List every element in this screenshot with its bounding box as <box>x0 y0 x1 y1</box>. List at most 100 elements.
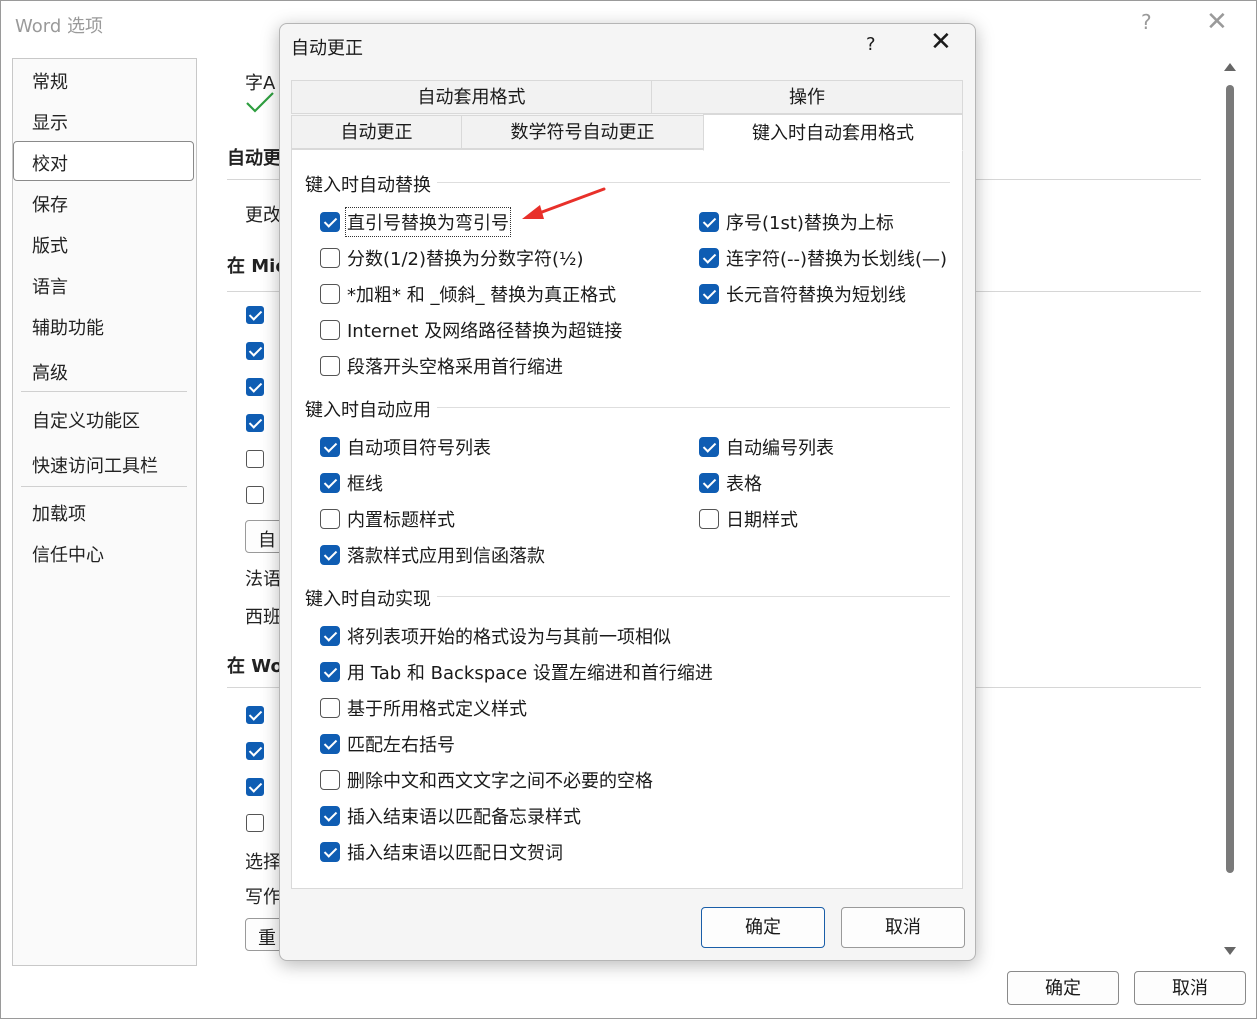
scroll-down-icon[interactable] <box>1224 947 1236 955</box>
sidebar-item-trust-center[interactable]: 信任中心 <box>32 541 104 567</box>
options-ok-button[interactable]: 确定 <box>1007 971 1119 1005</box>
checkbox-label: 框线 <box>347 474 383 495</box>
checkbox-fractions[interactable]: 分数(1/2)替换为分数字符(½) <box>320 245 584 271</box>
checkbox-bulleted-lists[interactable]: 自动项目符号列表 <box>320 434 491 460</box>
checkbox-tables[interactable]: 表格 <box>699 470 762 496</box>
checkbox-numbered-lists[interactable]: 自动编号列表 <box>699 434 834 460</box>
bg-checkbox[interactable] <box>246 486 264 504</box>
checkbox-box[interactable] <box>320 356 340 376</box>
recheck-label: 重 <box>258 928 276 949</box>
checkbox-japanese-greeting[interactable]: 插入结束语以匹配日文贺词 <box>320 839 563 865</box>
bg-checkbox[interactable] <box>246 414 264 432</box>
sidebar-divider <box>21 391 187 392</box>
checkbox-box[interactable] <box>320 509 340 529</box>
checkbox-define-styles[interactable]: 基于所用格式定义样式 <box>320 695 527 721</box>
sidebar-item-proofing[interactable]: 校对 <box>32 150 68 176</box>
checkbox-label: 表格 <box>726 474 762 495</box>
help-icon[interactable]: ? <box>866 34 876 55</box>
checkbox-box[interactable] <box>320 698 340 718</box>
checkbox-bold-italic[interactable]: *加粗* 和 _倾斜_ 替换为真正格式 <box>320 281 616 307</box>
close-icon[interactable]: ✕ <box>1206 7 1228 37</box>
checkbox-memo-closing[interactable]: 插入结束语以匹配备忘录样式 <box>320 803 581 829</box>
annotation-arrow-icon <box>522 187 606 219</box>
checkbox-box[interactable] <box>699 212 719 232</box>
checkbox-box[interactable] <box>320 284 340 304</box>
checkbox-box[interactable] <box>699 509 719 529</box>
checkbox-box[interactable] <box>320 437 340 457</box>
checkbox-box[interactable] <box>320 842 340 862</box>
sidebar-item-accessibility[interactable]: 辅助功能 <box>32 314 104 340</box>
checkbox-box[interactable] <box>320 545 340 565</box>
checkbox-match-parentheses[interactable]: 匹配左右括号 <box>320 731 455 757</box>
checkbox-label: 自动编号列表 <box>726 438 834 459</box>
autocorrect-section-heading: 自动更 <box>227 148 281 169</box>
bg-checkbox[interactable] <box>246 778 264 796</box>
sidebar-item-advanced[interactable]: 高级 <box>32 359 68 385</box>
bg-checkbox[interactable] <box>246 378 264 396</box>
sidebar-item-general[interactable]: 常规 <box>32 68 68 94</box>
bg-checkbox[interactable] <box>246 306 264 324</box>
tab-autocorrect[interactable]: 自动更正 <box>291 115 462 149</box>
checkbox-date-style[interactable]: 日期样式 <box>699 506 798 532</box>
options-cancel-button[interactable]: 取消 <box>1134 971 1246 1005</box>
microsoft-section-heading: 在 Mic <box>227 256 287 277</box>
bg-checkbox[interactable] <box>246 742 264 760</box>
sidebar-item-display[interactable]: 显示 <box>32 109 68 135</box>
checkbox-hyperlinks[interactable]: Internet 及网络路径替换为超链接 <box>320 317 622 343</box>
checkbox-box[interactable] <box>320 320 340 340</box>
sidebar-item-layout[interactable]: 版式 <box>32 232 68 258</box>
scroll-up-icon[interactable] <box>1224 63 1236 71</box>
checkbox-label: 插入结束语以匹配日文贺词 <box>347 843 563 864</box>
bg-checkbox[interactable] <box>246 706 264 724</box>
checkbox-box[interactable] <box>320 248 340 268</box>
sidebar-item-language[interactable]: 语言 <box>32 273 68 299</box>
checkbox-remove-spaces[interactable]: 删除中文和西文文字之间不必要的空格 <box>320 767 653 793</box>
sidebar-item-add-ins[interactable]: 加载项 <box>32 500 86 526</box>
checkbox-box[interactable] <box>320 626 340 646</box>
checkbox-box[interactable] <box>320 212 340 232</box>
autocorrect-dialog: 自动更正 ? ✕ 自动套用格式 操作 自动更正 数学符号自动更正 键入时自动套用… <box>279 23 976 961</box>
dialog-title: 自动更正 <box>291 38 363 59</box>
help-icon[interactable]: ? <box>1141 10 1152 34</box>
sidebar-item-quick-access-toolbar[interactable]: 快速访问工具栏 <box>32 452 158 478</box>
tab-math-autocorrect[interactable]: 数学符号自动更正 <box>461 115 704 149</box>
bg-checkbox[interactable] <box>246 342 264 360</box>
checkbox-box[interactable] <box>699 284 719 304</box>
checkbox-tab-backspace[interactable]: 用 Tab 和 Backspace 设置左缩进和首行缩进 <box>320 659 713 685</box>
tab-autoformat[interactable]: 自动套用格式 <box>291 80 652 114</box>
tab-autoformat-as-you-type[interactable]: 键入时自动套用格式 <box>703 114 963 151</box>
checkbox-box[interactable] <box>320 662 340 682</box>
checkbox-box[interactable] <box>320 734 340 754</box>
sidebar-item-save[interactable]: 保存 <box>32 191 68 217</box>
scrollbar-thumb[interactable] <box>1226 85 1234 873</box>
dialog-ok-button[interactable]: 确定 <box>701 907 825 948</box>
checkbox-label: 删除中文和西文文字之间不必要的空格 <box>347 771 653 792</box>
select-label: 选择 <box>245 852 281 873</box>
vertical-scrollbar[interactable] <box>1220 59 1242 967</box>
checkbox-box[interactable] <box>320 473 340 493</box>
checkbox-border-lines[interactable]: 框线 <box>320 470 383 496</box>
checkbox-box[interactable] <box>699 473 719 493</box>
sidebar-item-customize-ribbon[interactable]: 自定义功能区 <box>32 407 140 433</box>
checkbox-box[interactable] <box>320 806 340 826</box>
checkbox-hyphens[interactable]: 连字符(--)替换为长划线(—) <box>699 245 947 271</box>
tab-actions[interactable]: 操作 <box>651 80 963 114</box>
close-icon[interactable]: ✕ <box>930 27 952 57</box>
checkbox-box[interactable] <box>699 248 719 268</box>
checkbox-first-indent[interactable]: 段落开头空格采用首行缩进 <box>320 353 563 379</box>
checkbox-box[interactable] <box>699 437 719 457</box>
checkbox-box[interactable] <box>320 770 340 790</box>
dialog-cancel-button[interactable]: 取消 <box>841 907 965 948</box>
checkbox-list-format[interactable]: 将列表项开始的格式设为与其前一项相似 <box>320 623 671 649</box>
checkbox-long-vowel[interactable]: 长元音符替换为短划线 <box>699 281 906 307</box>
checkbox-heading-styles[interactable]: 内置标题样式 <box>320 506 455 532</box>
bg-checkbox[interactable] <box>246 450 264 468</box>
checkbox-smart-quotes[interactable]: 直引号替换为弯引号 <box>320 207 511 237</box>
bg-checkbox[interactable] <box>246 814 264 832</box>
checkbox-ordinals[interactable]: 序号(1st)替换为上标 <box>699 209 894 235</box>
section-title-apply: 键入时自动应用 <box>305 396 437 422</box>
checkbox-closing-style[interactable]: 落款样式应用到信函落款 <box>320 542 545 568</box>
spanish-label: 西班 <box>245 607 281 628</box>
section-title-implement: 键入时自动实现 <box>305 585 437 611</box>
checkbox-label: 直引号替换为弯引号 <box>345 207 511 237</box>
